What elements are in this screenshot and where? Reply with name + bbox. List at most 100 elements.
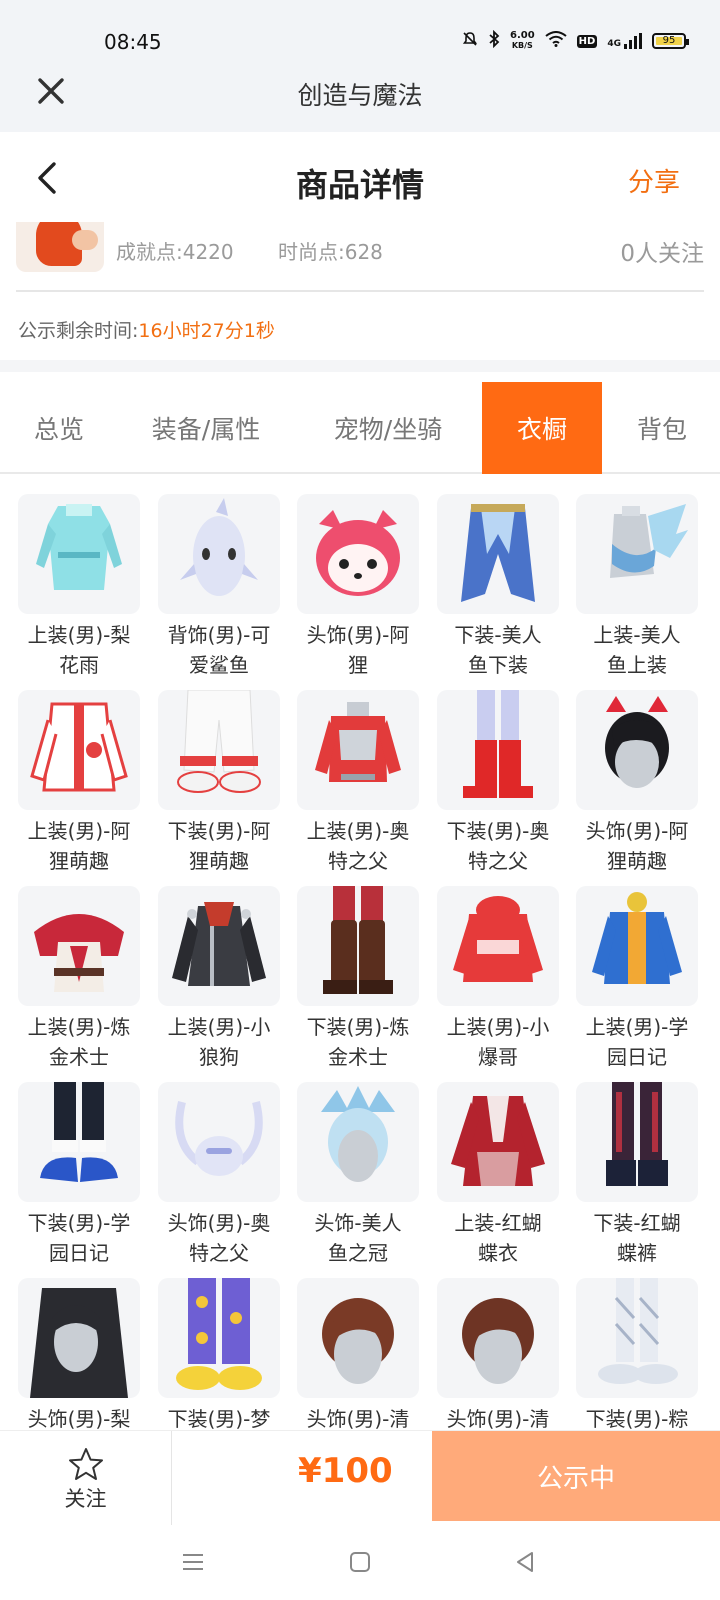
wardrobe-item[interactable]: 头饰(男)-阿 狸 <box>297 494 419 680</box>
item-label: 上装(男)-梨 花雨 <box>27 623 131 677</box>
wardrobe-item[interactable]: 下装(男)-炼 金术士 <box>297 886 419 1072</box>
wardrobe-item[interactable]: 头饰(男)-奥 特之父 <box>158 1082 280 1268</box>
countdown: 公示剩余时间:16小时27分1秒 <box>18 316 275 343</box>
item-label: 上装(男)-阿 狸萌趣 <box>27 819 131 873</box>
item-thumbnail <box>576 1278 698 1398</box>
wardrobe-item[interactable]: 上装(男)-阿 狸萌趣 <box>18 690 140 876</box>
wardrobe-item[interactable]: 下装-美人 鱼下装 <box>437 494 559 680</box>
item-label: 头饰(男)-梨 <box>27 1407 131 1430</box>
system-nav-bar <box>0 1525 720 1600</box>
item-thumbnail <box>576 1082 698 1202</box>
wifi-icon <box>545 31 567 51</box>
item-thumbnail <box>437 1082 559 1202</box>
wardrobe-item[interactable]: 头饰(男)-清 <box>437 1278 559 1430</box>
item-thumbnail <box>297 1082 419 1202</box>
item-label: 上装(男)-炼 金术士 <box>27 1015 131 1069</box>
wardrobe-item[interactable]: 上装(男)-炼 金术士 <box>18 886 140 1072</box>
wardrobe-item[interactable]: 下装(男)-梦 <box>158 1278 280 1430</box>
wardrobe-item[interactable]: 下装(男)-阿 狸萌趣 <box>158 690 280 876</box>
section-separator <box>0 360 720 372</box>
wardrobe-item[interactable]: 上装(男)-奥 特之父 <box>297 690 419 876</box>
bluetooth-icon <box>488 29 500 52</box>
tab-equipment[interactable]: 装备/属性 <box>126 382 286 474</box>
item-label: 上装(男)-小 爆哥 <box>446 1015 550 1069</box>
hd-icon: HD <box>576 34 598 48</box>
wardrobe-item[interactable]: 上装-美人 鱼上装 <box>576 494 698 680</box>
follower-count: 0人关注 <box>620 241 704 267</box>
tab-backpack[interactable]: 背包 <box>612 382 712 474</box>
item-thumbnail <box>576 494 698 614</box>
item-thumbnail <box>437 690 559 810</box>
follow-label: 关注 <box>64 1487 107 1511</box>
price: ¥100 <box>298 1451 393 1491</box>
item-thumbnail <box>297 690 419 810</box>
status-bar: 08:45 6.00 KB/S HD 4G 95 <box>0 0 720 64</box>
item-label: 下装(男)-炼 金术士 <box>306 1015 410 1069</box>
item-thumbnail <box>18 1082 140 1202</box>
item-label: 上装(男)-奥 特之父 <box>306 819 410 873</box>
wardrobe-item[interactable]: 下装(男)-粽 <box>576 1278 698 1430</box>
item-label: 下装(男)-阿 狸萌趣 <box>167 819 271 873</box>
fashion-points: 时尚点:628 <box>278 240 383 264</box>
wardrobe-item[interactable]: 头饰(男)-梨 <box>18 1278 140 1430</box>
item-thumbnail <box>18 690 140 810</box>
wardrobe-item[interactable]: 上装(男)-小 爆哥 <box>437 886 559 1072</box>
tab-wardrobe[interactable]: 衣橱 <box>482 382 602 474</box>
item-thumbnail <box>158 1082 280 1202</box>
wardrobe-item[interactable]: 上装(男)-梨 花雨 <box>18 494 140 680</box>
countdown-value: 16小时27分1秒 <box>138 320 275 342</box>
follow-button[interactable]: 关注 <box>0 1431 172 1526</box>
item-label: 下装(男)-梦 <box>167 1407 271 1430</box>
status-icons: 6.00 KB/S HD 4G 95 <box>462 29 689 52</box>
wardrobe-item[interactable]: 头饰(男)-阿 狸萌趣 <box>576 690 698 876</box>
wardrobe-item[interactable]: 下装(男)-学 园日记 <box>18 1082 140 1268</box>
publicity-status-button[interactable]: 公示中 <box>432 1431 720 1521</box>
tab-overview[interactable]: 总览 <box>0 382 118 474</box>
wardrobe-item[interactable]: 背饰(男)-可 爱鲨鱼 <box>158 494 280 680</box>
item-label: 上装(男)-学 园日记 <box>585 1015 689 1069</box>
item-label: 头饰-美人 鱼之冠 <box>314 1211 402 1265</box>
item-label: 头饰(男)-清 <box>306 1407 410 1430</box>
item-thumbnail <box>437 1278 559 1398</box>
wardrobe-item[interactable]: 头饰-美人 鱼之冠 <box>297 1082 419 1268</box>
wardrobe-item[interactable]: 上装(男)-学 园日记 <box>576 886 698 1072</box>
net-speed: 6.00 KB/S <box>509 30 535 51</box>
item-thumbnail <box>158 886 280 1006</box>
wardrobe-item[interactable]: 头饰(男)-清 <box>297 1278 419 1430</box>
star-icon <box>69 1448 103 1480</box>
battery-icon: 95 <box>652 33 689 49</box>
item-thumbnail <box>158 494 280 614</box>
countdown-label: 公示剩余时间: <box>18 320 139 342</box>
tab-pets[interactable]: 宠物/坐骑 <box>308 382 468 474</box>
item-label: 背饰(男)-可 爱鲨鱼 <box>167 623 271 677</box>
page-header: 商品详情 分享 <box>0 132 720 222</box>
item-thumbnail <box>18 494 140 614</box>
wardrobe-item[interactable]: 上装-红蝴 蝶衣 <box>437 1082 559 1268</box>
item-thumbnail <box>437 886 559 1006</box>
home-icon[interactable] <box>345 1547 375 1577</box>
wardrobe-item[interactable]: 下装-红蝴 蝶裤 <box>576 1082 698 1268</box>
share-button[interactable]: 分享 <box>628 162 680 199</box>
menu-icon[interactable] <box>178 1547 208 1577</box>
avatar <box>16 222 104 272</box>
status-time: 08:45 <box>104 30 162 54</box>
item-thumbnail <box>576 886 698 1006</box>
item-thumbnail <box>297 494 419 614</box>
page-title: 商品详情 <box>295 166 424 204</box>
bottom-action-bar: 关注 ¥100 公示中 <box>0 1430 720 1526</box>
signal-icon: 4G <box>607 33 642 49</box>
profile-row: 成就点:4220 时尚点:628 0人关注 <box>0 222 720 292</box>
item-label: 头饰(男)-奥 特之父 <box>167 1211 271 1265</box>
wardrobe-item[interactable]: 上装(男)-小 狼狗 <box>158 886 280 1072</box>
item-label: 下装(男)-学 园日记 <box>27 1211 131 1265</box>
item-thumbnail <box>158 690 280 810</box>
back-nav-icon[interactable] <box>510 1547 540 1577</box>
tab-bar: 总览 装备/属性 宠物/坐骑 衣橱 背包 <box>0 382 720 474</box>
item-label: 上装-红蝴 蝶衣 <box>454 1211 542 1265</box>
item-label: 头饰(男)-清 <box>446 1407 550 1430</box>
item-thumbnail <box>158 1278 280 1398</box>
wardrobe-item[interactable]: 下装(男)-奥 特之父 <box>437 690 559 876</box>
item-thumbnail <box>437 494 559 614</box>
app-title: 创造与魔法 <box>297 81 423 110</box>
item-thumbnail <box>18 886 140 1006</box>
